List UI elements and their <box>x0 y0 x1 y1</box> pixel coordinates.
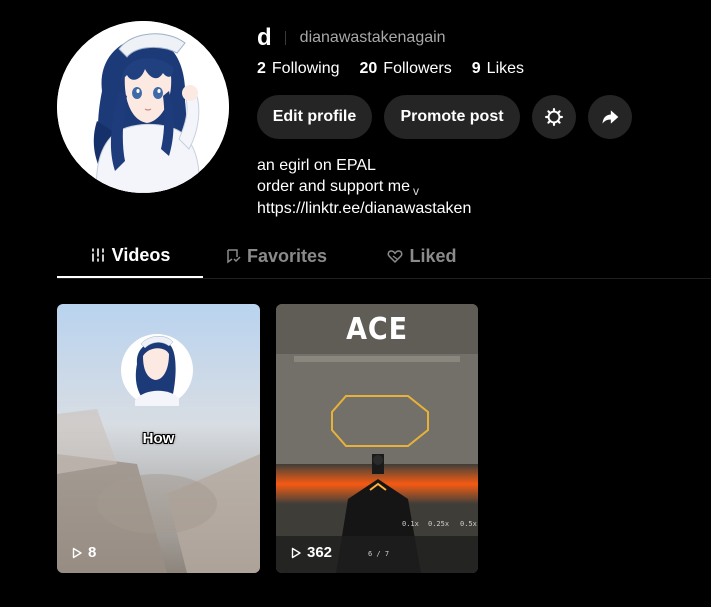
name-row: d dianawastakenagain <box>257 24 644 52</box>
likes-stat: 9 Likes <box>472 60 524 78</box>
following-stat[interactable]: 2 Following <box>257 60 340 78</box>
profile-avatar[interactable] <box>57 21 229 193</box>
followers-stat[interactable]: 20 Followers <box>360 60 452 78</box>
gear-icon <box>545 108 563 126</box>
svg-text:0.1x: 0.1x <box>402 520 419 528</box>
avatar-illustration <box>57 21 229 193</box>
play-icon <box>291 547 301 558</box>
followers-count: 20 <box>359 60 378 77</box>
profile-bio: an egirl on EPAL order and support me v h… <box>257 155 644 219</box>
share-arrow-icon <box>602 110 619 124</box>
svg-text:0.25x: 0.25x <box>428 520 449 528</box>
bio-link[interactable]: https://linktr.ee/dianawastaken <box>257 198 644 219</box>
grid-lines-icon <box>91 248 104 262</box>
tab-favorites[interactable]: Favorites <box>203 237 349 275</box>
view-count-value: 362 <box>307 544 333 561</box>
followers-label: Followers <box>383 60 452 77</box>
heart-icon <box>388 250 403 264</box>
video-overlay-title: ACE <box>346 312 408 347</box>
view-count-value: 8 <box>88 544 97 561</box>
profile-actions: Edit profile Promote post <box>257 95 644 139</box>
video-card[interactable]: 0.1x 0.25x 0.5x 6 / 7 ACE 362 <box>276 304 478 573</box>
name-separator <box>284 31 286 45</box>
bio-expand-chevron[interactable]: v <box>413 184 419 198</box>
tab-liked[interactable]: Liked <box>349 237 495 275</box>
video-card[interactable]: How 8 <box>57 304 260 573</box>
bio-line-2: order and support me <box>257 178 410 195</box>
following-count: 2 <box>257 60 266 77</box>
tab-liked-label: Liked <box>409 245 457 266</box>
following-label: Following <box>271 60 340 77</box>
view-count: 362 <box>290 544 332 561</box>
profile-info: d dianawastakenagain 2 Following 20 Foll… <box>257 24 644 219</box>
svg-text:0.5x: 0.5x <box>460 520 477 528</box>
display-name: d <box>257 24 272 51</box>
username-handle: dianawastakenagain <box>299 29 446 46</box>
video-grid: How 8 0.1x 0.25x 0.5x 6 / 7 ACE 362 <box>57 304 494 573</box>
video-caption: How <box>142 430 175 447</box>
tab-videos-label: Videos <box>111 244 171 265</box>
play-icon <box>72 547 82 558</box>
promote-post-button[interactable]: Promote post <box>384 95 520 139</box>
tab-videos[interactable]: Videos <box>57 237 203 278</box>
bookmark-icon <box>227 249 241 264</box>
view-count: 8 <box>71 544 96 561</box>
likes-label: Likes <box>486 60 525 77</box>
svg-text:6 / 7: 6 / 7 <box>368 550 389 558</box>
tabs-divider <box>57 278 711 279</box>
settings-button[interactable] <box>532 95 576 139</box>
tab-favorites-label: Favorites <box>246 245 328 266</box>
likes-count: 9 <box>471 60 481 77</box>
profile-stats: 2 Following 20 Followers 9 Likes <box>257 58 644 80</box>
bio-line-1: an egirl on EPAL <box>257 157 376 174</box>
bio-line-2-wrap: order and support me v <box>257 176 644 198</box>
edit-profile-button[interactable]: Edit profile <box>257 95 372 139</box>
share-button[interactable] <box>588 95 632 139</box>
profile-tabs: Videos Favorites Liked <box>57 237 495 278</box>
